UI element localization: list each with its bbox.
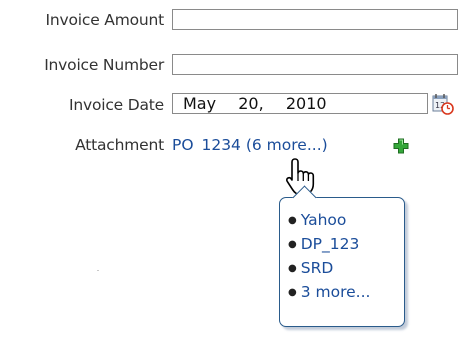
popup-item-label: 3 more... <box>300 283 371 301</box>
green-plus-icon[interactable] <box>393 138 409 154</box>
attachment-popup: ● Yahoo ● DP_123 ● SRD ● 3 more... <box>279 185 405 327</box>
popup-item-srd[interactable]: ● SRD <box>288 256 404 280</box>
popup-item-more[interactable]: ● 3 more... <box>288 280 404 304</box>
invoice-number-input[interactable] <box>172 54 458 75</box>
attachment-link[interactable]: PO 1234 (6 more...) <box>172 136 328 154</box>
bullet-icon: ● <box>288 215 297 226</box>
invoice-number-label: Invoice Number <box>44 56 164 74</box>
popup-item-label: DP_123 <box>300 235 360 253</box>
attachment-more-text: (6 more...) <box>240 136 328 154</box>
invoice-date-label: Invoice Date <box>69 96 164 114</box>
invoice-amount-input[interactable] <box>172 9 458 30</box>
bullet-icon: ● <box>288 287 297 298</box>
invoice-amount-label: Invoice Amount <box>45 11 165 29</box>
stray-pixel <box>97 270 99 271</box>
attachment-popup-list: ● Yahoo ● DP_123 ● SRD ● 3 more... <box>288 208 404 304</box>
attachment-primary-text: PO 1234 <box>172 136 241 154</box>
popup-item-yahoo[interactable]: ● Yahoo <box>288 208 404 232</box>
attachment-label: Attachment <box>75 136 164 154</box>
invoice-date-input[interactable] <box>172 93 428 114</box>
popup-item-dp-123[interactable]: ● DP_123 <box>288 232 404 256</box>
bullet-icon: ● <box>288 239 297 250</box>
calendar-clock-icon[interactable]: 12 <box>432 93 454 115</box>
popup-item-label: SRD <box>300 259 334 277</box>
bullet-icon: ● <box>288 263 297 274</box>
popup-item-label: Yahoo <box>300 211 347 229</box>
